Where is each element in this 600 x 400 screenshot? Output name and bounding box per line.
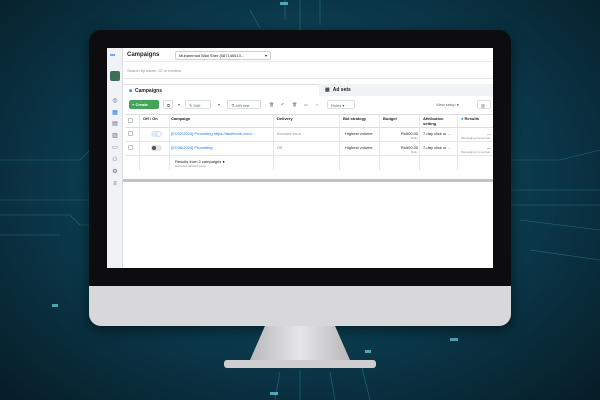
undo-icon[interactable]: ↶ [278, 100, 287, 109]
monitor-stand-base [224, 360, 376, 368]
campaigns-icon[interactable]: ▦ [111, 109, 119, 117]
billing-icon[interactable]: ▭ [111, 144, 119, 152]
meta-logo-icon[interactable]: ∞ [110, 52, 115, 59]
tab-ad-sets[interactable]: ▦ Ad sets [319, 84, 493, 96]
delivery-status: Account error [277, 131, 302, 136]
page-title: Campaigns [127, 52, 160, 58]
results-header-label: Results [464, 116, 479, 121]
tab-label: Ad sets [332, 87, 351, 93]
table-row[interactable]: [07/02/2024] Promoting https://facebook.… [125, 128, 493, 142]
grid-icon: ▦ [325, 87, 330, 93]
attribution-value: 7-day click or ... [423, 131, 452, 136]
monitor-stand [250, 326, 350, 360]
edit-button[interactable]: ✎ Edit [185, 100, 211, 109]
summary-subtext: Excludes deleted items [175, 164, 206, 168]
search-placeholder: Search by name, ID or metrics [127, 68, 182, 73]
delete-icon[interactable]: 🗑 [266, 100, 275, 109]
ab-test-label: A/B test [235, 103, 250, 108]
column-header[interactable]: Campaign [171, 116, 190, 121]
campaign-name-link[interactable]: [07/02/2024] Promoting https://facebook.… [171, 131, 271, 136]
monitor-chin [89, 286, 511, 326]
search-input[interactable]: Search by name, ID or metrics [127, 68, 267, 76]
results-type: Messaging Conversat... [461, 150, 493, 154]
tools-icon[interactable]: ⚙ [111, 168, 119, 176]
budget-period: Daily [411, 136, 418, 140]
select-all-checkbox[interactable] [128, 118, 133, 123]
columns-icon[interactable]: ▥ [477, 100, 491, 109]
delivery-status: Off [277, 145, 283, 150]
column-header[interactable]: Off / On [143, 116, 159, 121]
column-header[interactable]: Budget [383, 116, 397, 121]
toggle-knob [157, 132, 161, 136]
rules-label: Rules [331, 103, 342, 108]
campaign-name-link[interactable]: [07/06/2024] Promoting [171, 145, 271, 150]
account-name: Muhammad Bilal Sher (587145513... [179, 53, 245, 58]
tag-icon[interactable]: ⌂ [313, 100, 322, 109]
pages-icon[interactable]: ▤ [111, 120, 119, 128]
edit-label: Edit [193, 103, 201, 108]
column-header[interactable]: Bid strategy [343, 116, 366, 121]
info-icon: ● [461, 116, 464, 121]
view-setup-label: View setup [436, 102, 456, 107]
avatar[interactable] [110, 71, 120, 81]
table-row[interactable]: [07/06/2024] Promoting Off Highest volum… [125, 142, 493, 156]
tab-label: Campaigns [135, 88, 162, 94]
attribution-value: 7-day click or ... [423, 145, 452, 150]
info-icon: ● [222, 159, 225, 164]
summary-row: Results from 2 campaigns ● Excludes dele… [125, 156, 493, 170]
ab-test-button[interactable]: ⚗ A/B test [227, 100, 261, 109]
ads-manager-screen: ∞ ◎ ▦ ▤ ▥ ▭ ⚇ ⚙ ≡ Campaigns Muhammad Bil… [107, 48, 493, 268]
row-checkbox[interactable] [128, 131, 133, 136]
chevron-down-icon[interactable]: ▾ [215, 100, 223, 109]
duplicate-icon[interactable]: ⧉ [163, 100, 173, 109]
row-checkbox[interactable] [128, 145, 133, 150]
view-setup-toggle[interactable]: View setup ● [433, 100, 473, 109]
budget-period: Daily [411, 150, 418, 154]
account-selector[interactable]: Muhammad Bilal Sher (587145513... ▾ [175, 51, 271, 60]
column-header[interactable]: Attribution setting [423, 116, 449, 126]
create-button[interactable]: + Create [129, 100, 159, 109]
rules-button[interactable]: Rules ▾ [327, 100, 355, 109]
audience-icon[interactable]: ⚇ [111, 156, 119, 164]
menu-icon[interactable]: ≡ [111, 180, 119, 188]
column-header[interactable]: ● Results [461, 116, 479, 121]
results-type: Messaging Conversat... [461, 136, 493, 140]
top-bar: Campaigns Muhammad Bilal Sher (587145513… [123, 48, 493, 62]
chevron-down-icon: ▾ [264, 53, 267, 58]
horizontal-scrollbar[interactable] [123, 179, 493, 182]
toolbar: + Create ⧉ ▾ ✎ Edit ▾ ⚗ A/B test 🗑 ↶ 🗑 ▭… [123, 98, 493, 111]
table-header: Off / On Campaign Delivery Bid strategy … [125, 114, 493, 128]
comment-icon[interactable]: ▭ [301, 100, 310, 109]
trash-icon[interactable]: 🗑 [289, 100, 298, 109]
campaign-toggle[interactable] [151, 145, 162, 151]
column-header[interactable]: Delivery [277, 116, 293, 121]
left-rail: ∞ ◎ ▦ ▤ ▥ ▭ ⚇ ⚙ ≡ [107, 48, 123, 268]
home-icon[interactable]: ◎ [111, 97, 119, 105]
campaign-toggle[interactable] [151, 131, 162, 137]
bid-strategy: Highest volume [345, 131, 373, 136]
search-divider [123, 78, 493, 79]
toggle-knob [152, 146, 156, 150]
chevron-down-icon[interactable]: ▾ [175, 100, 183, 109]
bid-strategy: Highest volume [345, 145, 373, 150]
tab-campaigns[interactable]: ■ Campaigns [123, 84, 319, 96]
chart-icon[interactable]: ▥ [111, 132, 119, 140]
folder-icon: ■ [129, 88, 133, 94]
